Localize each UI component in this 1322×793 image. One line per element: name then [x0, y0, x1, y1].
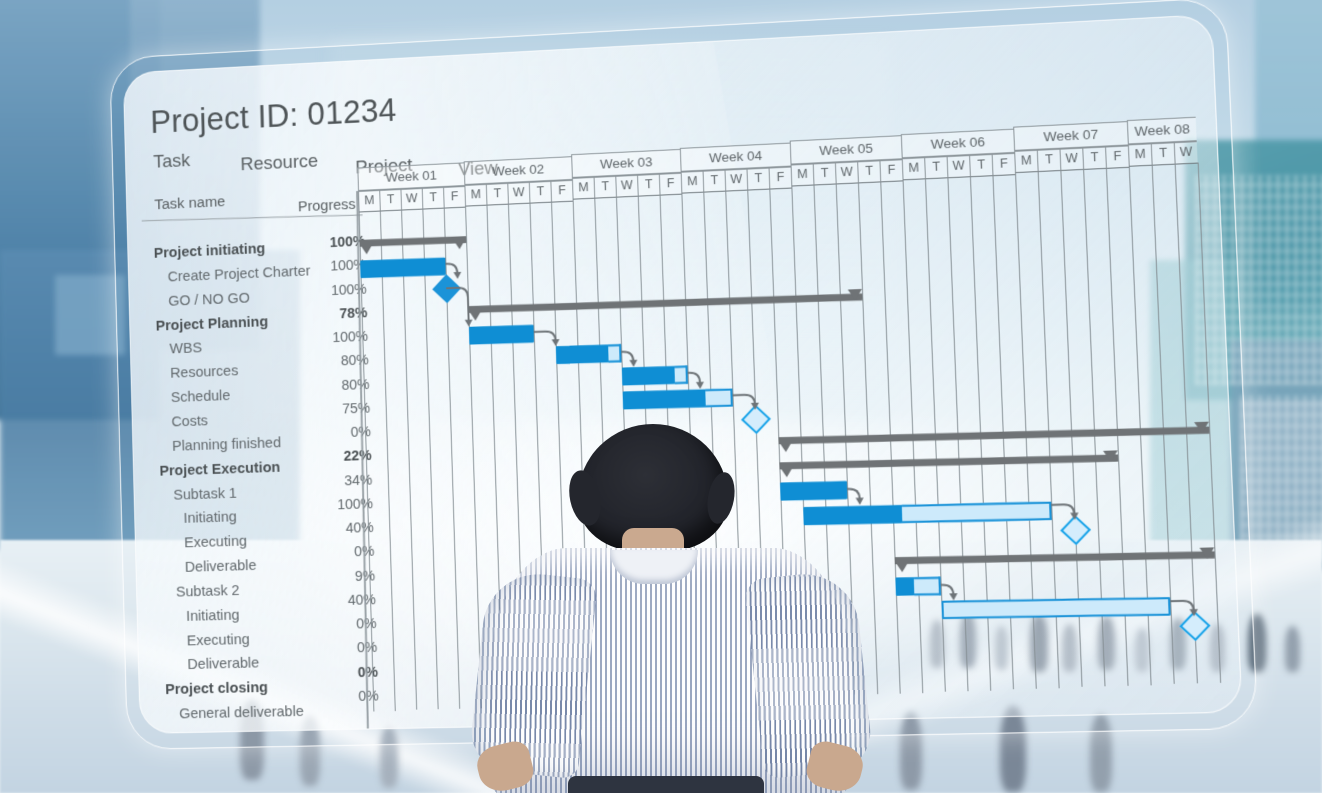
task-row[interactable]: Executing 40% — [138, 526, 374, 555]
task-name-label: Project initiating — [154, 240, 266, 261]
task-name-label: Executing — [184, 533, 247, 552]
task-row[interactable]: General deliverable 0% — [143, 696, 380, 723]
trousers — [568, 776, 764, 793]
task-name-label: Subtask 2 — [176, 582, 240, 600]
task-name-label: Resources — [170, 363, 239, 382]
task-name-label: Executing — [187, 631, 250, 649]
task-name-label: Costs — [171, 412, 208, 430]
businessman-silhouette — [470, 424, 870, 793]
task-row[interactable]: Subtask 29% — [140, 574, 376, 602]
task-row[interactable]: Executing 0% — [141, 623, 377, 650]
task-row[interactable]: Initiating 40% — [140, 598, 376, 626]
task-row[interactable]: Deliverable0% — [139, 550, 375, 578]
screenshot-stage: Project ID: 01234 Task Resource Project … — [0, 0, 1322, 793]
task-name-label: General deliverable — [179, 703, 304, 722]
task-name-label: Initiating — [183, 509, 237, 527]
task-name-label: Project closing — [165, 679, 268, 698]
task-name-label: Schedule — [171, 387, 231, 406]
task-name-label: WBS — [169, 340, 202, 358]
task-name-label: Initiating — [186, 606, 240, 624]
task-name-label: Project Planning — [156, 313, 269, 334]
task-list: Project initiating 100% Create Project Cha… — [109, 44, 386, 750]
task-row[interactable]: Deliverable0% — [142, 647, 378, 674]
task-row[interactable]: Project closing 0% — [142, 672, 379, 699]
crowd-blur — [1285, 626, 1300, 672]
task-name-label: Deliverable — [187, 655, 259, 673]
task-name-label: Subtask 1 — [173, 484, 237, 503]
task-name-label: Deliverable — [185, 557, 257, 576]
task-name-label: Project Execution — [159, 459, 280, 480]
task-name-label: Planning finished — [172, 434, 281, 454]
task-name-label: GO / NO GO — [168, 289, 250, 309]
task-name-label: Create Project Charter — [167, 263, 310, 286]
right-arm — [744, 569, 874, 779]
